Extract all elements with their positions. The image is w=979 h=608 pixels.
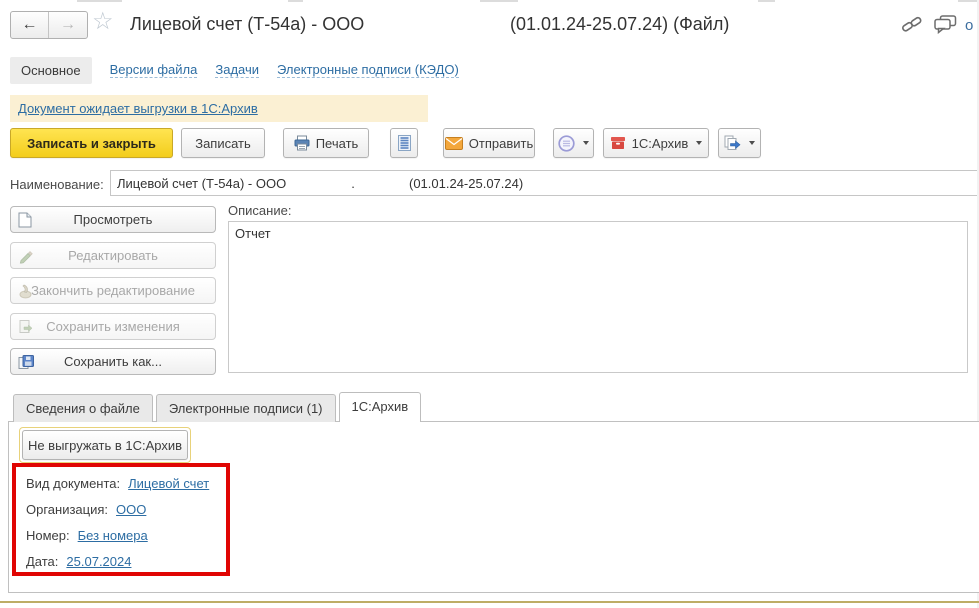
history-nav-group: ← →: [10, 11, 88, 39]
archive-tab-panel: Не выгружать в 1С:Архив Вид документа: Л…: [8, 421, 979, 593]
get-link-icon[interactable]: [901, 15, 923, 37]
inkwell-icon: [18, 283, 33, 298]
seal-icon: [558, 134, 575, 152]
favorite-star-icon[interactable]: ☆: [92, 10, 114, 34]
nav-link-esign-kedo[interactable]: Электронные подписи (КЭДО): [277, 62, 459, 78]
form-nav-tabs: Основное Версии файла Задачи Электронные…: [10, 56, 459, 84]
organization-label: Организация:: [26, 501, 109, 517]
chevron-down-icon: [583, 141, 589, 145]
cut-off-label: о: [965, 17, 974, 34]
view-file-button[interactable]: Просмотреть: [10, 206, 216, 233]
discussions-icon[interactable]: [934, 15, 957, 37]
report-button[interactable]: [390, 128, 418, 158]
export-menu-button[interactable]: [718, 128, 761, 158]
printer-icon: [294, 135, 310, 151]
finish-editing-label: Закончить редактирование: [31, 283, 195, 298]
send-button[interactable]: Отправить: [443, 128, 535, 158]
field-row-document-kind: Вид документа: Лицевой счет: [26, 474, 226, 492]
pencil-icon: [18, 248, 33, 263]
tab-esignatures[interactable]: Электронные подписи (1): [155, 394, 336, 422]
window-file-card: ← → ☆ Лицевой счет (Т-54а) - ООО (01.01.…: [0, 0, 979, 608]
export-icon: [724, 135, 741, 151]
date-label: Дата:: [26, 553, 59, 569]
forward-icon[interactable]: →: [49, 12, 87, 38]
skip-archive-upload-button[interactable]: Не выгружать в 1С:Архив: [22, 430, 188, 460]
top-edge-remnant: [480, 0, 518, 2]
chevron-down-icon: [749, 141, 755, 145]
field-row-number: Номер: Без номера: [26, 526, 226, 544]
page-arrow-icon: [18, 319, 33, 334]
description-label: Описание:: [228, 203, 292, 218]
page-title: Лицевой счет (Т-54а) - ООО: [130, 14, 365, 34]
save-changes-label: Сохранить изменения: [46, 319, 180, 334]
page-title-dates: (01.01.24-25.07.24) (Файл): [510, 14, 730, 34]
field-row-date: Дата: 25.07.2024: [26, 552, 226, 570]
window-bottom-divider: [0, 601, 979, 603]
floppy-icon: [18, 354, 34, 369]
envelope-icon: [444, 136, 463, 150]
edit-file-label: Редактировать: [68, 248, 158, 263]
field-row-organization: Организация: ООО: [26, 500, 226, 518]
report-icon: [397, 135, 411, 151]
tab-file-info[interactable]: Сведения о файле: [13, 394, 153, 422]
view-file-label: Просмотреть: [73, 212, 153, 227]
nav-link-tasks[interactable]: Задачи: [215, 62, 260, 78]
print-button[interactable]: Печать: [283, 128, 369, 158]
default-button-ring: Не выгружать в 1С:Архив: [19, 427, 191, 463]
archive-menu-button[interactable]: 1С:Архив: [603, 128, 709, 158]
archive-box-icon: [610, 136, 626, 150]
back-icon[interactable]: ←: [11, 12, 49, 38]
save-button[interactable]: Записать: [181, 128, 265, 158]
print-button-label: Печать: [315, 135, 359, 151]
save-and-close-button[interactable]: Записать и закрыть: [10, 128, 173, 158]
toolbar: Записать и закрыть Записать Печать Отпра…: [10, 128, 761, 158]
tab-osnovnoe[interactable]: Основное: [10, 56, 92, 84]
document-kind-link[interactable]: Лицевой счет: [128, 476, 209, 491]
save-as-button[interactable]: Сохранить как...: [10, 348, 216, 375]
description-textarea[interactable]: Отчет: [228, 221, 968, 373]
name-input[interactable]: [110, 170, 979, 196]
top-edge-remnant: [958, 0, 979, 2]
esign-menu-button[interactable]: [553, 128, 594, 158]
finish-editing-button[interactable]: Закончить редактирование: [10, 277, 216, 304]
send-button-label: Отправить: [468, 135, 534, 151]
name-field-label: Наименование:: [10, 177, 104, 192]
top-edge-remnant: [77, 0, 122, 2]
number-label: Номер:: [26, 527, 70, 543]
document-icon: [18, 212, 32, 228]
archive-button-label: 1С:Архив: [631, 135, 689, 151]
document-kind-label: Вид документа:: [26, 475, 121, 491]
chevron-down-icon: [696, 141, 703, 145]
top-edge-remnant: [758, 0, 775, 2]
nav-link-file-versions[interactable]: Версии файла: [109, 62, 198, 78]
archive-pending-link[interactable]: Документ ожидает выгрузки в 1С:Архив: [18, 101, 258, 116]
organization-link[interactable]: ООО: [116, 502, 146, 517]
save-changes-button[interactable]: Сохранить изменения: [10, 313, 216, 340]
number-link[interactable]: Без номера: [78, 528, 148, 543]
date-link[interactable]: 25.07.2024: [66, 554, 131, 569]
tab-1c-archive[interactable]: 1С:Архив: [338, 392, 422, 422]
archive-pending-banner: Документ ожидает выгрузки в 1С:Архив: [10, 95, 428, 122]
detail-tabs: Сведения о файле Электронные подписи (1)…: [8, 392, 422, 422]
annotation-red-box: Вид документа: Лицевой счет Организация:…: [12, 463, 230, 576]
edit-file-button[interactable]: Редактировать: [10, 242, 216, 269]
top-edge-remnant: [288, 0, 303, 2]
save-as-label: Сохранить как...: [64, 354, 162, 369]
